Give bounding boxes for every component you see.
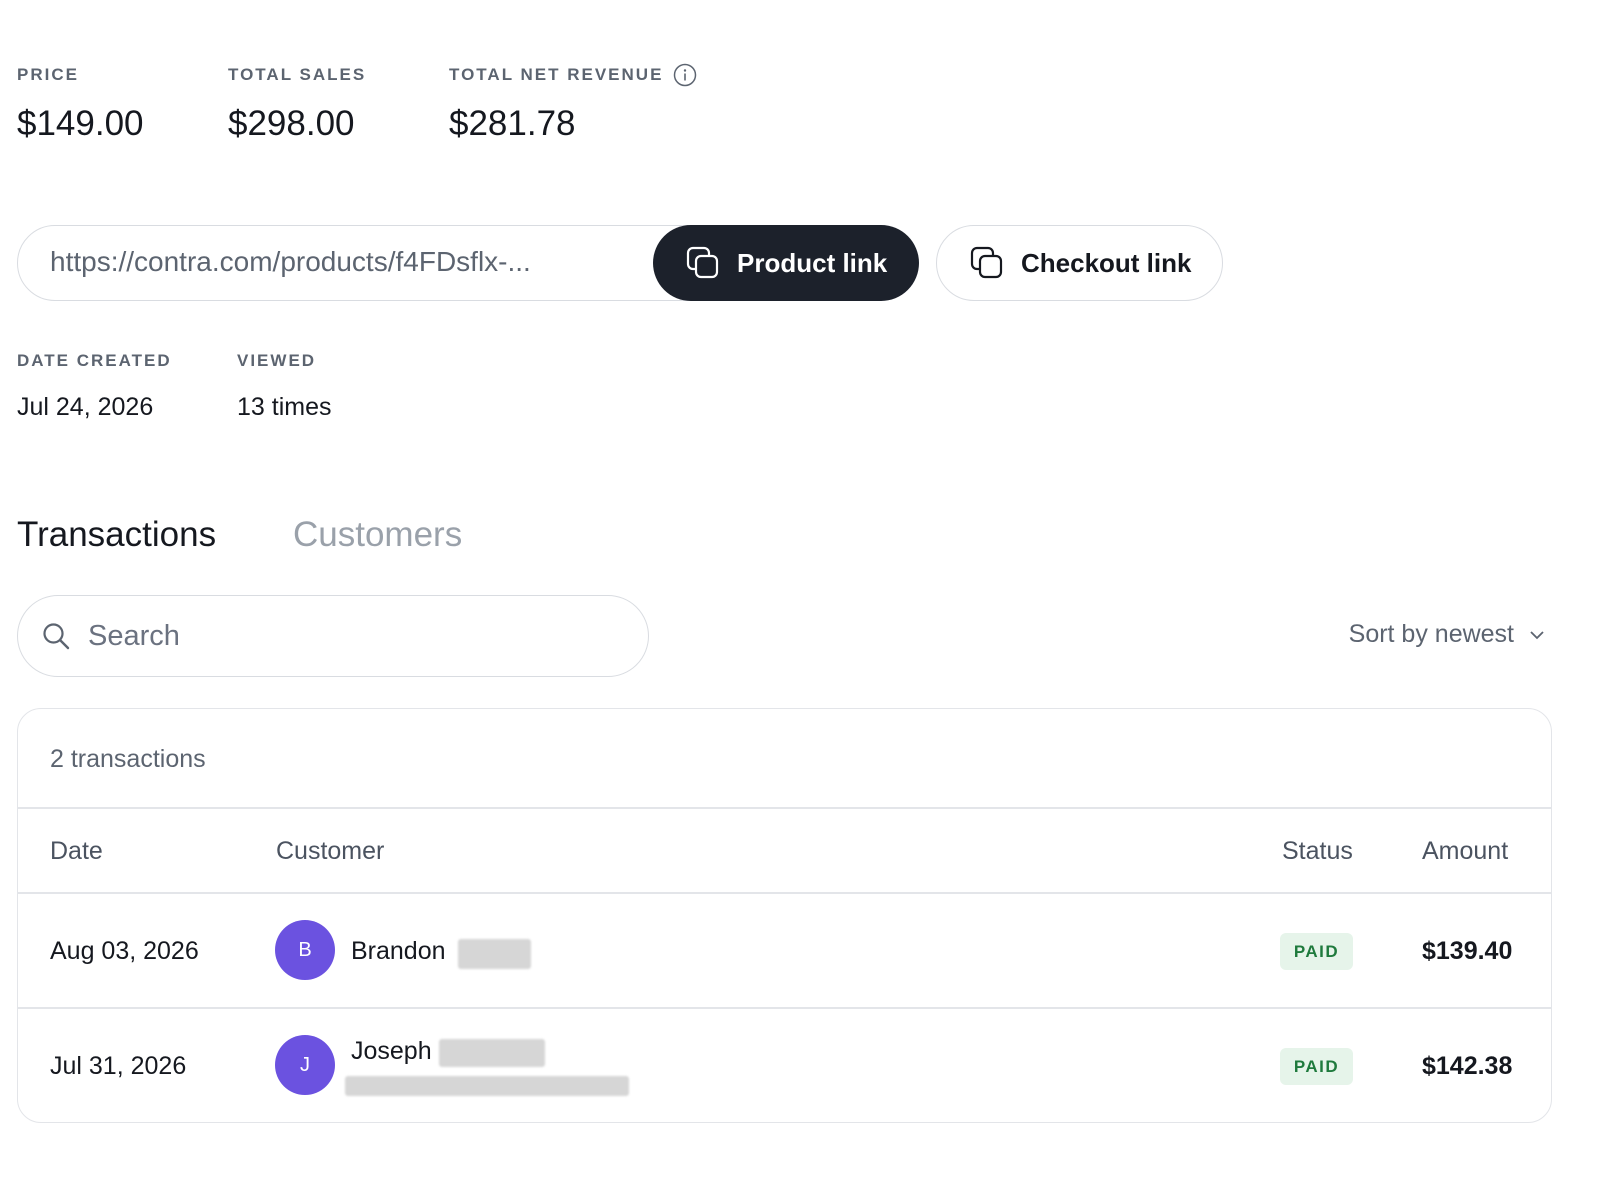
product-url-field[interactable]: https://contra.com/products/f4FDsflx-... [17,225,757,301]
viewed-label: VIEWED [237,351,317,370]
copy-product-link-button[interactable]: Product link [653,225,919,301]
stat-total-sales-label: TOTAL SALES [228,65,367,84]
stat-price-value: $149.00 [17,104,144,143]
row-date: Jul 31, 2026 [50,1052,187,1080]
chevron-down-icon [1530,630,1544,639]
tab-transactions[interactable]: Transactions [17,515,216,555]
meta-date-created: DATE CREATED Jul 24, 2026 [17,351,172,422]
tab-customers[interactable]: Customers [293,515,462,555]
customer-name: Brandon [351,937,446,965]
checkout-link-label: Checkout link [1021,247,1192,278]
search-input[interactable] [88,619,608,653]
meta-viewed: VIEWED 13 times [237,351,331,422]
copy-icon [686,246,719,279]
transactions-table: 2 transactions Date Customer Status Amou… [17,708,1552,1123]
stat-net-revenue-label: TOTAL NET REVENUE [449,65,664,84]
stat-net-revenue-value: $281.78 [449,104,576,143]
stat-price-label: PRICE [17,65,79,84]
avatar: B [275,920,335,980]
sort-label: Sort by newest [1348,620,1514,648]
copy-checkout-link-button[interactable]: Checkout link [936,225,1223,301]
product-url-text: https://contra.com/products/f4FDsflx-... [50,246,531,277]
stat-total-sales: TOTAL SALES $298.00 [228,64,366,144]
row-date: Aug 03, 2026 [50,937,199,965]
divider [18,892,1551,894]
stat-net-revenue-label-row: TOTAL NET REVENUE [449,63,697,87]
search-box [17,595,649,677]
column-header-amount: Amount [1422,837,1509,865]
info-icon[interactable] [673,63,697,87]
sort-dropdown[interactable]: Sort by newest [1349,620,1546,649]
redacted-surname [458,939,531,969]
date-created-value: Jul 24, 2026 [17,393,154,421]
transactions-count: 2 transactions [50,745,206,773]
column-header-date: Date [50,837,103,865]
row-amount: $142.38 [1422,1052,1513,1080]
search-icon [43,623,70,650]
column-header-status: Status [1282,837,1353,865]
customer-name: Joseph [351,1037,432,1065]
stat-price: PRICE $149.00 [17,64,144,144]
column-header-customer: Customer [276,837,385,865]
viewed-value: 13 times [237,393,332,421]
divider [18,807,1551,809]
divider [18,1007,1551,1009]
row-amount: $139.40 [1422,937,1513,965]
status-badge: PAID [1280,1048,1353,1085]
avatar: J [275,1035,335,1095]
redacted-surname [439,1039,545,1067]
stat-net-revenue: TOTAL NET REVENUE $281.78 [449,63,697,144]
date-created-label: DATE CREATED [17,351,172,370]
status-badge: PAID [1280,933,1353,970]
copy-icon [970,246,1003,279]
stat-total-sales-value: $298.00 [228,104,355,143]
product-link-label: Product link [737,247,888,278]
redacted-email [345,1076,629,1096]
